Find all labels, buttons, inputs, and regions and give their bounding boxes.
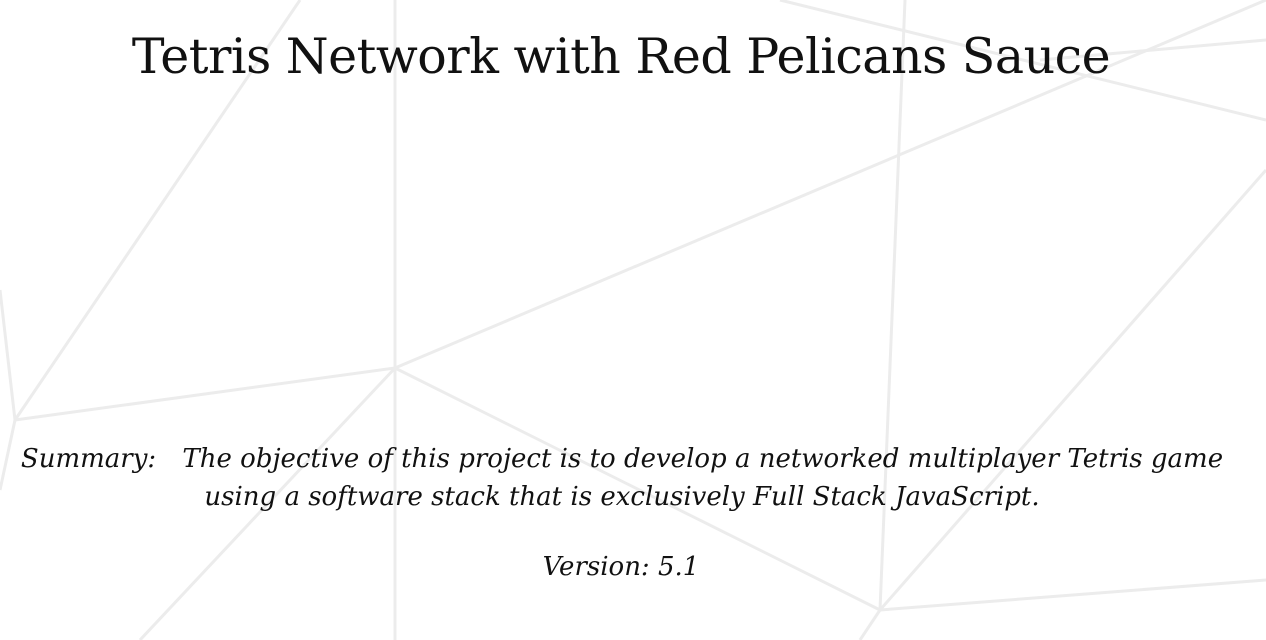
version-line: Version: 5.1 (0, 552, 1242, 582)
summary-text: The objective of this project is to deve… (182, 444, 1224, 512)
version-label: Version: (542, 552, 650, 582)
background-line-pattern (0, 0, 1266, 640)
document-page: Tetris Network with Red Pelicans Sauce S… (0, 0, 1266, 640)
summary-label: Summary: (20, 444, 157, 474)
document-title: Tetris Network with Red Pelicans Sauce (131, 28, 1111, 85)
version-value: 5.1 (657, 552, 700, 582)
summary-paragraph: Summary: The objective of this project i… (20, 440, 1224, 516)
